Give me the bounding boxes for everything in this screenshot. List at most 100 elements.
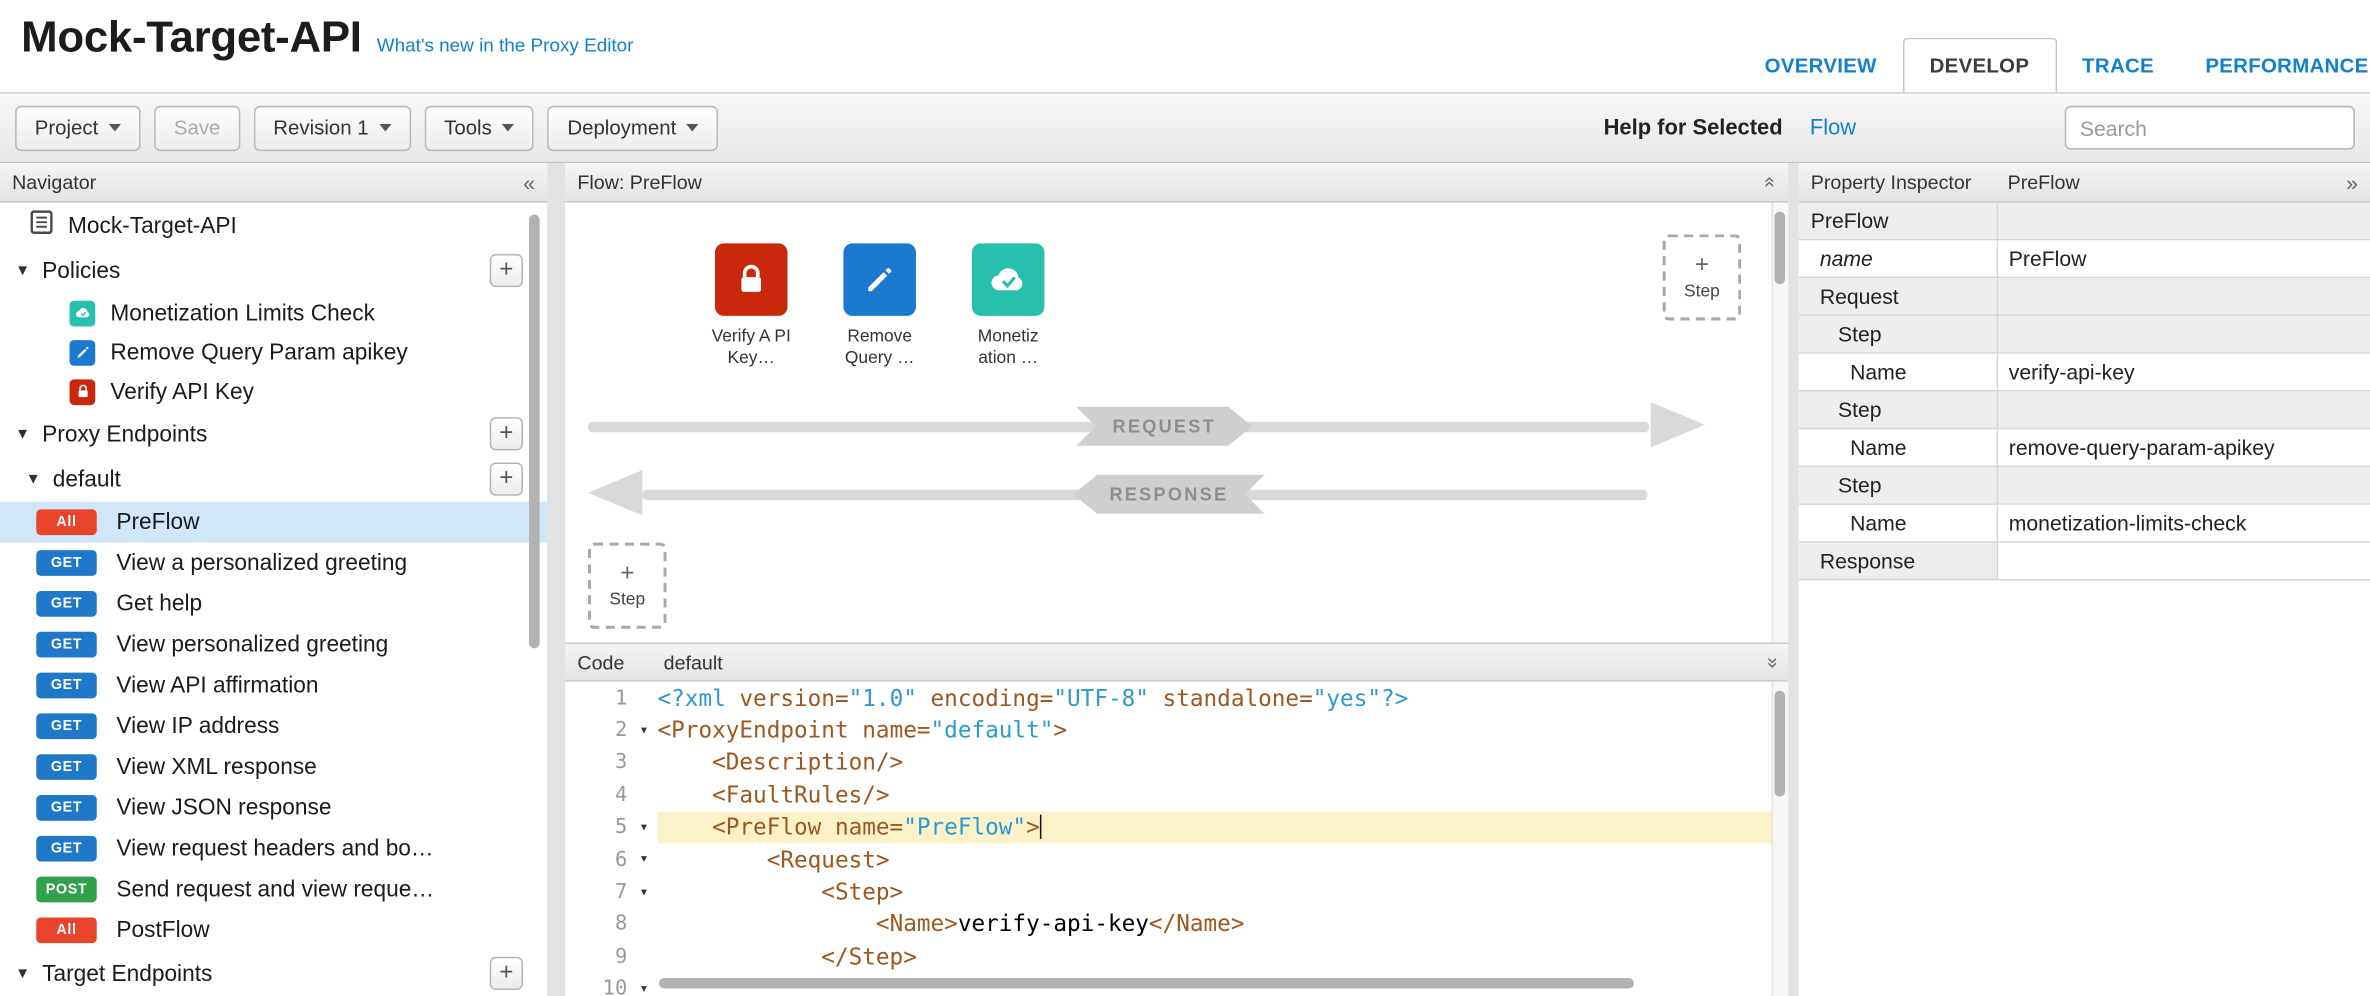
- nav-item-proxy-root[interactable]: Mock-Target-API: [0, 203, 547, 248]
- flow-label: Get help: [116, 591, 202, 617]
- collapse-up-icon[interactable]: «: [1761, 177, 1781, 188]
- code-token: [658, 814, 713, 841]
- horizontal-scrollbar-thumb[interactable]: [659, 978, 1634, 989]
- code-line[interactable]: 5▾ <PreFlow name="PreFlow">: [565, 811, 1788, 843]
- collapse-down-icon[interactable]: «: [1761, 657, 1781, 668]
- nav-item-policy-monetization[interactable]: Monetization Limits Check: [0, 293, 547, 332]
- nav-item-flow[interactable]: GET View API affirmation: [0, 665, 547, 706]
- code-line[interactable]: 2▾<ProxyEndpoint name="default">: [565, 714, 1788, 746]
- scrollbar-thumb[interactable]: [1775, 691, 1786, 797]
- method-badge: GET: [36, 632, 96, 658]
- whats-new-link[interactable]: What's new in the Proxy Editor: [377, 35, 634, 56]
- nav-item-flow-postflow[interactable]: All PostFlow: [0, 910, 547, 951]
- tools-menu-button[interactable]: Tools: [424, 105, 534, 150]
- code-token: verify-api-key: [958, 911, 1149, 938]
- method-badge: GET: [36, 713, 96, 739]
- fold-marker-icon[interactable]: ▾: [630, 722, 657, 739]
- tab-overview[interactable]: OVERVIEW: [1739, 39, 1902, 92]
- code-line[interactable]: 7▾ <Step>: [565, 876, 1788, 908]
- title-area: Mock-Target-API What's new in the Proxy …: [21, 14, 633, 64]
- project-menu-button[interactable]: Project: [15, 105, 141, 150]
- search-input[interactable]: [2065, 106, 2355, 150]
- code-editor[interactable]: 1<?xml version="1.0" encoding="UTF-8" st…: [565, 682, 1788, 996]
- property-value[interactable]: PreFlow: [1998, 240, 2370, 276]
- nav-section-policies[interactable]: ▼ Policies +: [0, 248, 547, 293]
- flow-steps: Verify A PI Key… Remove Query … Monetiz …: [704, 243, 1055, 368]
- chevron-down-icon: [109, 124, 121, 132]
- flow-label: View IP address: [116, 713, 279, 739]
- editor-panel: Flow: PreFlow « Verify A PI Key…: [565, 163, 1788, 996]
- inspector-section-step: Step: [1799, 467, 2370, 505]
- code-text: </Step>: [658, 940, 1789, 972]
- code-line[interactable]: 3 <Description/>: [565, 746, 1788, 778]
- help-selected-flow-link[interactable]: Flow: [1810, 116, 1856, 140]
- inspector-row-step-name: Name verify-api-key: [1799, 354, 2370, 392]
- step-label: Verify A PI Key…: [706, 326, 797, 368]
- fold-marker-icon[interactable]: ▾: [630, 851, 657, 868]
- flow-step-monetization-limits[interactable]: Monetiz ation …: [961, 243, 1055, 368]
- nav-item-flow[interactable]: POST Send request and view reque…: [0, 869, 547, 910]
- nav-item-flow[interactable]: GET View a personalized greeting: [0, 543, 547, 584]
- inspector-header: Property Inspector PreFlow »: [1799, 163, 2370, 202]
- add-target-endpoint-button[interactable]: +: [490, 957, 523, 990]
- collapse-panel-left-icon[interactable]: «: [523, 172, 535, 193]
- nav-item-policy-verify-api-key[interactable]: Verify API Key: [0, 372, 547, 411]
- code-line[interactable]: 4 <FaultRules/>: [565, 779, 1788, 811]
- code-line[interactable]: 1<?xml version="1.0" encoding="UTF-8" st…: [565, 682, 1788, 714]
- add-step-request-button[interactable]: + Step: [1663, 234, 1742, 320]
- chevron-down-icon: [379, 124, 391, 132]
- scrollbar-thumb[interactable]: [1775, 212, 1786, 285]
- tab-performance[interactable]: PERFORMANCE: [2180, 39, 2370, 92]
- flow-step-remove-query-param[interactable]: Remove Query …: [833, 243, 927, 368]
- add-policy-button[interactable]: +: [490, 254, 523, 287]
- code-line[interactable]: 9 </Step>: [565, 940, 1788, 972]
- add-flow-button[interactable]: +: [490, 463, 523, 496]
- save-button[interactable]: Save: [154, 105, 240, 150]
- project-menu-label: Project: [35, 116, 99, 139]
- flow-step-verify-api-key[interactable]: Verify A PI Key…: [704, 243, 798, 368]
- nav-item-flow[interactable]: GET Get help: [0, 583, 547, 624]
- property-value[interactable]: monetization-limits-check: [1998, 505, 2370, 541]
- scrollbar-thumb[interactable]: [529, 215, 540, 649]
- flow-label: View request headers and bo…: [116, 836, 433, 862]
- code-token: "default": [931, 717, 1054, 744]
- line-number: 2: [565, 718, 630, 742]
- nav-section-proxy-endpoints[interactable]: ▼ Proxy Endpoints +: [0, 411, 547, 456]
- fold-marker-icon[interactable]: ▾: [630, 884, 657, 901]
- nav-item-flow[interactable]: GET View XML response: [0, 747, 547, 788]
- method-badge: GET: [36, 795, 96, 821]
- add-step-response-button[interactable]: + Step: [588, 543, 667, 629]
- property-value[interactable]: remove-query-param-apikey: [1998, 429, 2370, 465]
- nav-item-flow[interactable]: GET View personalized greeting: [0, 624, 547, 665]
- toolbar-right-group: Help for Selected Flow: [1604, 106, 2355, 150]
- nav-item-flow[interactable]: GET View request headers and bo…: [0, 828, 547, 869]
- code-token: "UTF-8": [1053, 684, 1149, 711]
- expand-panel-right-icon[interactable]: »: [2346, 172, 2358, 193]
- nav-item-flow-preflow[interactable]: All PreFlow: [0, 502, 547, 543]
- navigator-title: Navigator: [12, 171, 96, 194]
- add-proxy-endpoint-button[interactable]: +: [490, 417, 523, 450]
- nav-item-flow[interactable]: GET View IP address: [0, 706, 547, 747]
- nav-item-policy-remove-query[interactable]: Remove Query Param apikey: [0, 333, 547, 372]
- inspector-section-request: Request: [1799, 278, 2370, 316]
- tab-trace[interactable]: TRACE: [2056, 39, 2179, 92]
- revision-menu-button[interactable]: Revision 1: [254, 105, 411, 150]
- revision-menu-label: Revision 1: [273, 116, 368, 139]
- nav-group-default-endpoint[interactable]: ▼ default +: [0, 456, 547, 501]
- policy-label: Remove Query Param apikey: [110, 339, 407, 365]
- deployment-menu-button[interactable]: Deployment: [548, 105, 719, 150]
- flow-label: View XML response: [116, 754, 316, 780]
- lock-icon: [70, 379, 96, 405]
- nav-section-target-endpoints[interactable]: ▼ Target Endpoints +: [0, 951, 547, 996]
- code-line[interactable]: 8 <Name>verify-api-key</Name>: [565, 908, 1788, 940]
- nav-item-flow[interactable]: GET View JSON response: [0, 787, 547, 828]
- tab-develop[interactable]: DEVELOP: [1902, 38, 2056, 92]
- property-value[interactable]: [1998, 543, 2370, 579]
- property-value[interactable]: verify-api-key: [1998, 354, 2370, 390]
- flow-label: View personalized greeting: [116, 632, 388, 658]
- fold-marker-icon[interactable]: ▾: [630, 819, 657, 836]
- code-token: standalone=: [1149, 684, 1313, 711]
- code-line[interactable]: 6▾ <Request>: [565, 843, 1788, 875]
- fold-marker-icon[interactable]: ▾: [630, 981, 657, 996]
- code-token: <Description/>: [712, 749, 903, 776]
